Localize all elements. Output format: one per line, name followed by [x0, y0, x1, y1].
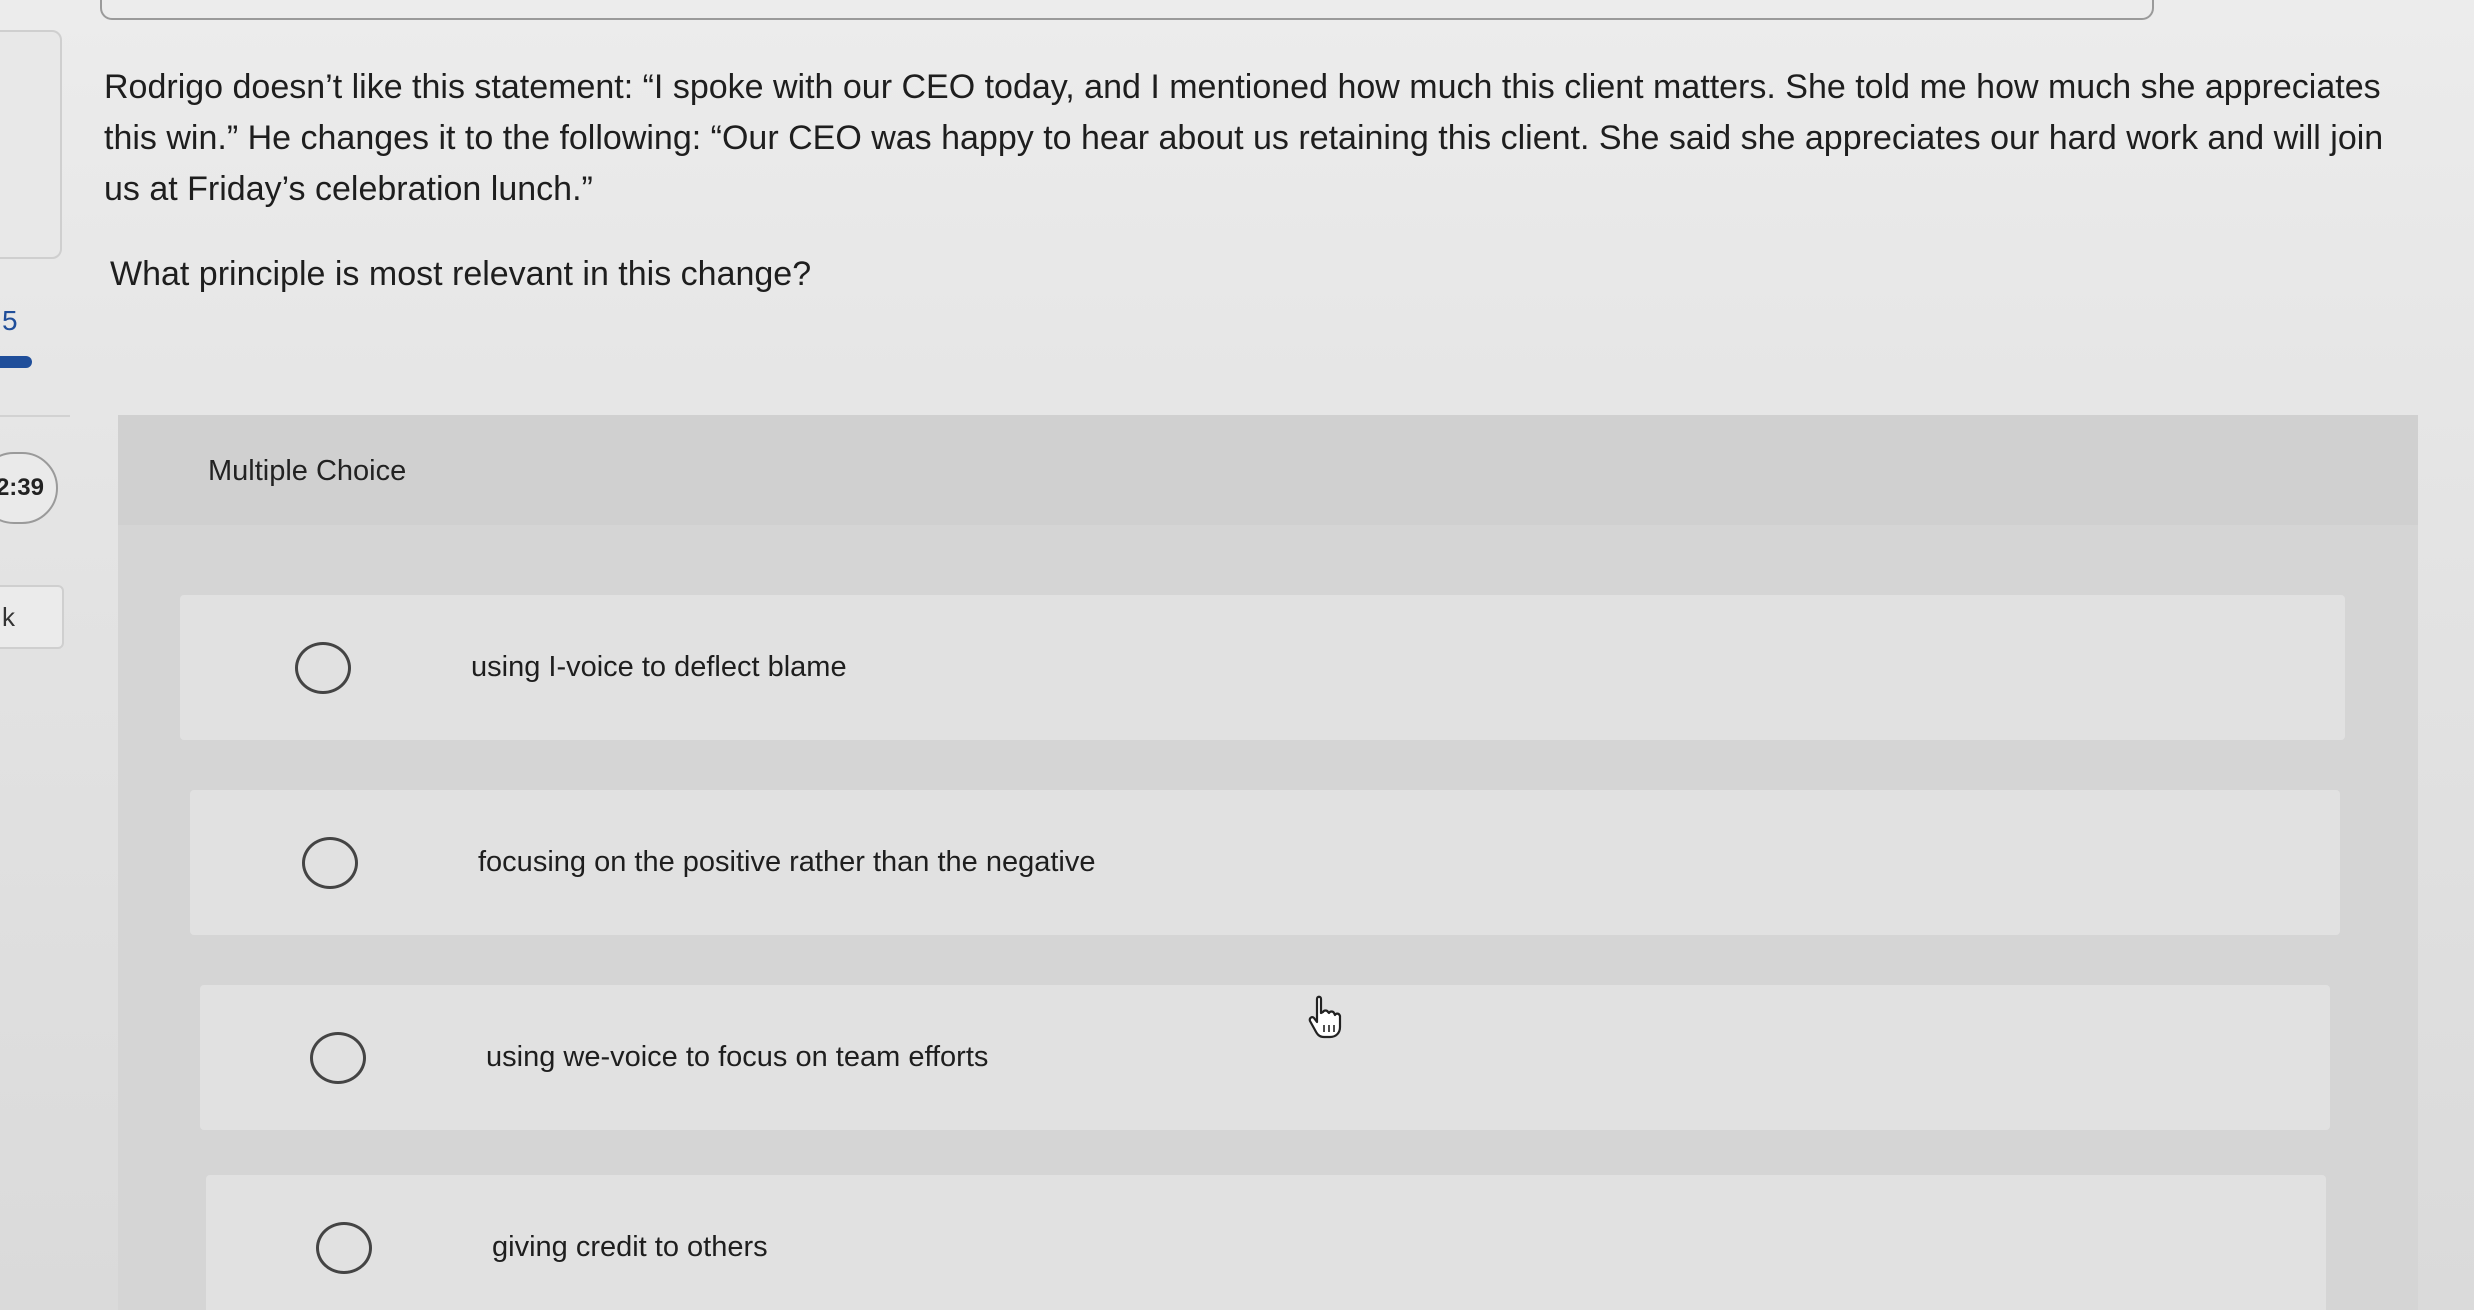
radio-button[interactable] [310, 1031, 366, 1084]
rail-button[interactable]: k [0, 585, 64, 649]
radio-button[interactable] [316, 1221, 372, 1274]
timer-badge[interactable]: 2:39 [0, 452, 58, 524]
radio-button[interactable] [302, 836, 358, 889]
answer-option-text: using we-voice to focus on team efforts [486, 1041, 989, 1073]
top-frame-edge [100, 0, 2154, 20]
question-text: Rodrigo doesn’t like this statement: “I … [104, 68, 2384, 208]
rail-divider [0, 415, 70, 417]
multiple-choice-header: Multiple Choice [118, 415, 2418, 525]
answer-option[interactable]: focusing on the positive rather than the… [190, 790, 2340, 935]
answer-option-text: focusing on the positive rather than the… [478, 846, 1096, 878]
rail-card [0, 30, 62, 259]
answer-option[interactable]: using we-voice to focus on team efforts [200, 985, 2330, 1130]
answer-option-text: using I-voice to deflect blame [471, 651, 847, 683]
rail-button-label: k [2, 601, 15, 632]
progress-indicator [0, 356, 32, 368]
question-number: 5 [2, 305, 18, 336]
answer-option-text: giving credit to others [492, 1231, 768, 1263]
hand-pointer-icon [1308, 995, 1342, 1039]
answer-option[interactable]: giving credit to others [206, 1175, 2326, 1310]
quiz-page: 5 2:39 k Rodrigo doesn’t like this state… [0, 0, 2474, 1310]
timer-text: 2:39 [0, 474, 44, 501]
multiple-choice-panel: Multiple Choice using I-voice to deflect… [118, 415, 2418, 1310]
radio-button[interactable] [295, 641, 351, 694]
question-prompt: What principle is most relevant in this … [110, 255, 812, 293]
multiple-choice-label: Multiple Choice [208, 455, 407, 487]
answer-option[interactable]: using I-voice to deflect blame [180, 595, 2345, 740]
